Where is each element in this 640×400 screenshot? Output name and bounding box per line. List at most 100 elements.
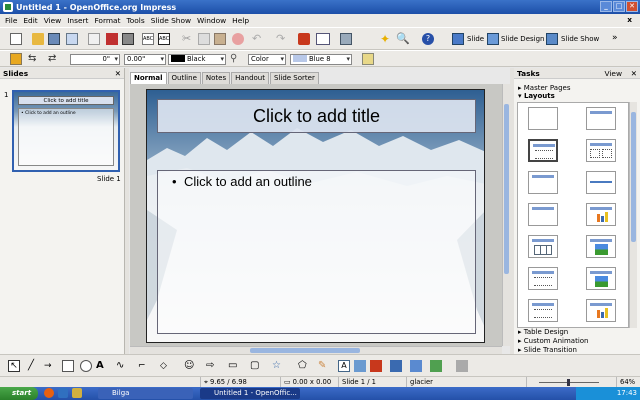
tab-handout[interactable]: Handout — [231, 72, 269, 84]
task-bilga[interactable]: Bilga — [98, 388, 193, 399]
line-tool-icon[interactable]: ╱ — [28, 360, 40, 372]
rectangle-icon[interactable] — [62, 360, 74, 372]
menu-format[interactable]: Format — [91, 16, 123, 25]
arrange-icon[interactable] — [430, 360, 442, 372]
line-style-icon[interactable] — [10, 53, 22, 65]
view-menu[interactable]: View — [604, 68, 622, 79]
menu-tools[interactable]: Tools — [123, 16, 147, 25]
table-icon[interactable] — [316, 33, 330, 45]
slide-thumbnail[interactable]: Click to add title • Click to add an out… — [12, 90, 120, 172]
tasks-scroll-thumb[interactable] — [631, 112, 636, 242]
layout-option[interactable] — [528, 203, 558, 226]
undo-icon[interactable]: ↶ — [252, 33, 264, 45]
cut-icon[interactable]: ✂ — [182, 33, 194, 45]
task-impress[interactable]: Untitled 1 - OpenOffic... — [200, 388, 300, 399]
curve-icon[interactable]: ∿ — [116, 360, 128, 372]
redo-icon[interactable]: ↷ — [276, 33, 288, 45]
fontwork-icon[interactable]: A — [338, 360, 350, 372]
menu-slide-show[interactable]: Slide Show — [148, 16, 194, 25]
close-icon[interactable]: ✕ — [115, 68, 121, 79]
close-button[interactable]: ✕ — [626, 1, 638, 12]
menu-file[interactable]: File — [2, 16, 20, 25]
line-width-field[interactable]: 0.00" — [124, 54, 166, 65]
zoom-icon[interactable]: 🔍 — [396, 33, 410, 45]
save-icon[interactable] — [48, 33, 60, 45]
symbol-shapes-icon[interactable]: ☺ — [184, 360, 196, 372]
horizontal-scroll-thumb[interactable] — [250, 348, 360, 353]
block-arrows-icon[interactable]: ⇨ — [206, 360, 218, 372]
layout-option[interactable] — [528, 267, 558, 290]
files-icon[interactable] — [72, 388, 82, 398]
gallery-icon[interactable] — [370, 360, 382, 372]
line-style-select[interactable]: 0" — [70, 54, 120, 65]
layout-option[interactable] — [586, 203, 616, 226]
print-icon[interactable] — [122, 33, 134, 45]
vertical-scroll-thumb[interactable] — [504, 104, 509, 274]
start-button[interactable]: start — [0, 387, 38, 400]
zoom-slider[interactable] — [526, 377, 616, 387]
slide-button[interactable]: Slide — [467, 35, 484, 43]
firefox-icon[interactable] — [44, 388, 54, 398]
layout-option[interactable] — [586, 267, 616, 290]
stars-icon[interactable]: ☆ — [272, 360, 284, 372]
area-style-icon[interactable]: ⚲ — [230, 53, 242, 65]
close-icon[interactable]: ✕ — [631, 68, 637, 79]
area-style-select[interactable]: Color — [248, 54, 286, 65]
layout-option[interactable] — [528, 299, 558, 322]
from-file-icon[interactable] — [354, 360, 366, 372]
zoom-slider-handle[interactable] — [567, 379, 570, 386]
extrusion-icon[interactable] — [390, 360, 402, 372]
fill-color-select[interactable]: Blue 8 — [290, 54, 352, 65]
points-icon[interactable]: ⬠ — [298, 360, 310, 372]
vertical-scrollbar[interactable] — [502, 84, 510, 346]
email-icon[interactable] — [58, 388, 68, 398]
layout-option[interactable] — [586, 107, 616, 130]
align-icon[interactable] — [410, 360, 422, 372]
export-pdf-icon[interactable] — [106, 33, 118, 45]
edit-file-icon[interactable] — [88, 33, 100, 45]
tab-notes[interactable]: Notes — [201, 72, 231, 84]
slide-title-placeholder[interactable]: Click to add title — [157, 99, 476, 133]
layout-option[interactable] — [528, 139, 558, 162]
spellcheck-icon[interactable]: ABC — [142, 33, 154, 45]
layout-option[interactable] — [586, 235, 616, 258]
slide-outline-placeholder[interactable]: • Click to add an outline — [157, 170, 476, 334]
line-arrow-icon[interactable]: → — [44, 360, 56, 372]
menu-insert[interactable]: Insert — [64, 16, 91, 25]
layout-option[interactable] — [528, 235, 558, 258]
shadow-icon[interactable] — [362, 53, 374, 65]
open-folder-icon[interactable] — [32, 33, 44, 45]
basic-shapes-icon[interactable]: ◇ — [160, 360, 172, 372]
layout-option[interactable] — [528, 107, 558, 130]
line-color-select[interactable]: Black — [168, 54, 226, 65]
left-splitter[interactable] — [125, 68, 129, 354]
line-icon[interactable]: ⇄ — [48, 53, 60, 65]
glue-points-icon[interactable]: ✎ — [318, 360, 330, 372]
navigator-icon[interactable]: ✦ — [380, 33, 392, 45]
minimize-button[interactable]: _ — [600, 1, 612, 12]
layout-option[interactable] — [586, 171, 616, 194]
layout-option[interactable] — [586, 139, 616, 162]
layouts-section[interactable]: ▾ Layouts — [518, 92, 555, 101]
layout-option[interactable] — [586, 299, 616, 322]
clone-formatting-icon[interactable] — [232, 33, 244, 45]
group-icon[interactable] — [456, 360, 468, 372]
slide-design-button[interactable]: Slide Design — [501, 35, 544, 43]
table-design-section[interactable]: ▸ Table Design — [518, 328, 568, 337]
layout-option[interactable] — [528, 171, 558, 194]
menu-help[interactable]: Help — [229, 16, 252, 25]
tasks-scrollbar[interactable] — [629, 102, 637, 328]
tab-normal[interactable]: Normal — [130, 72, 167, 84]
menu-window[interactable]: Window — [194, 16, 229, 25]
slide-show-button[interactable]: Slide Show — [561, 35, 599, 43]
display-grid-icon[interactable] — [340, 33, 352, 45]
text-icon[interactable]: A — [96, 360, 108, 372]
custom-animation-section[interactable]: ▸ Custom Animation — [518, 337, 588, 346]
tab-outline[interactable]: Outline — [167, 72, 201, 84]
ellipse-icon[interactable] — [80, 360, 92, 372]
maximize-button[interactable]: □ — [613, 1, 625, 12]
zoom-level[interactable]: 64% — [616, 377, 640, 387]
copy-icon[interactable] — [198, 33, 210, 45]
callouts-icon[interactable]: ▢ — [250, 360, 262, 372]
menu-view[interactable]: View — [41, 16, 65, 25]
